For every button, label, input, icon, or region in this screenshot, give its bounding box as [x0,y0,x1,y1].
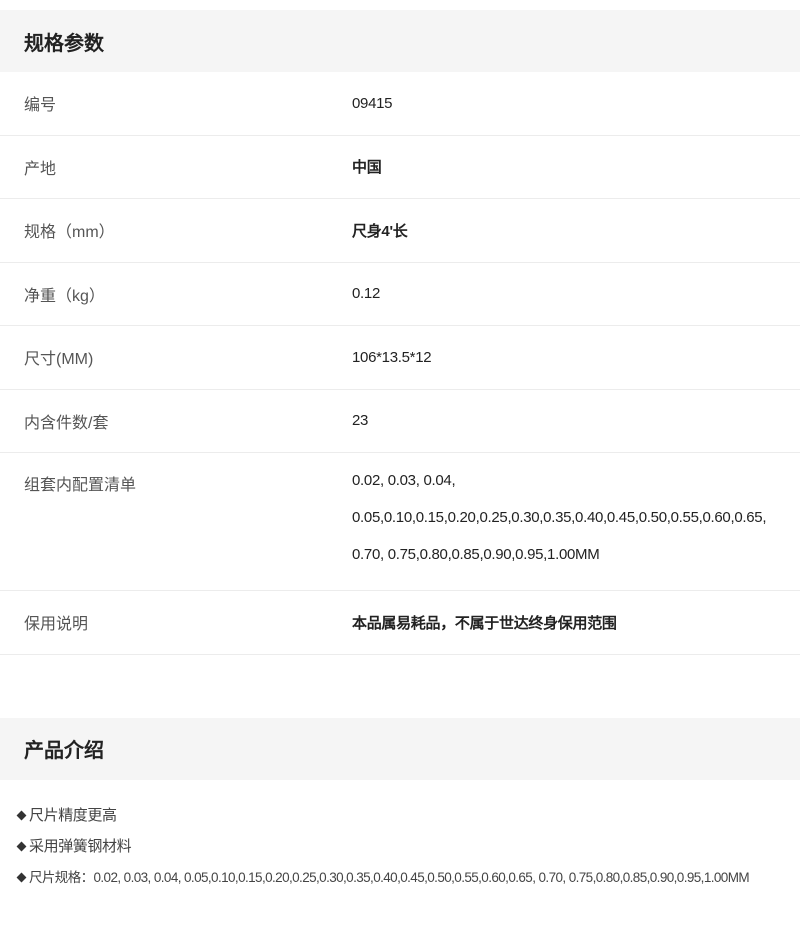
diamond-bullet-icon [16,872,27,882]
spec-row-dimensions: 尺寸(MM) 106*13.5*12 [0,326,800,390]
spec-row-origin: 产地 中国 [0,136,800,199]
spec-value: 23 [352,412,369,430]
spec-label: 内含件数/套 [24,414,109,432]
spec-value: 本品属易耗品，不属于世达终身保用范围 [352,614,617,632]
spec-label: 组套内配置清单 [24,477,137,494]
spec-row-contents-list: 组套内配置清单 0.02, 0.03, 0.04, 0.05,0.10,0.15… [0,453,800,591]
spec-label: 保用说明 [24,616,89,634]
intro-section-title: 产品介绍 [0,717,800,780]
spec-value: 09415 [352,94,393,112]
spec-label: 产地 [24,160,57,178]
spec-table: 编号 09415 产地 中国 规格（mm） 尺身4'长 净重（kg） 0.12 … [0,72,800,655]
intro-item: 尺片规格：0.02, 0.03, 0.04, 0.05,0.10,0.15,0.… [16,862,800,893]
spec-label: 净重（kg） [24,287,105,305]
intro-item-text: 尺片规格：0.02, 0.03, 0.04, 0.05,0.10,0.15,0.… [29,869,750,885]
spec-row-size-spec: 规格（mm） 尺身4'长 [0,199,800,263]
intro-item: 尺片精度更高 [16,800,800,831]
spec-value: 106*13.5*12 [352,348,432,366]
spec-section-title: 规格参数 [0,10,800,72]
spec-value-line: 0.02, 0.03, 0.04, [352,472,456,489]
spec-value-line: 0.70, 0.75,0.80,0.85,0.90,0.95,1.00MM [352,546,600,563]
intro-list: 尺片精度更高 采用弹簧钢材料 尺片规格：0.02, 0.03, 0.04, 0.… [0,780,800,893]
intro-item-text: 采用弹簧钢材料 [29,837,132,855]
intro-item: 采用弹簧钢材料 [16,831,800,862]
spec-row-net-weight: 净重（kg） 0.12 [0,263,800,326]
spec-row-piece-count: 内含件数/套 23 [0,390,800,453]
spec-row-warranty: 保用说明 本品属易耗品，不属于世达终身保用范围 [0,591,800,655]
spec-row-code: 编号 09415 [0,72,800,136]
spec-value-line: 0.05,0.10,0.15,0.20,0.25,0.30,0.35,0.40,… [352,509,767,526]
diamond-bullet-icon [16,841,27,851]
intro-item-text: 尺片精度更高 [29,806,117,824]
spec-value-list: 0.02, 0.03, 0.04, 0.05,0.10,0.15,0.20,0.… [352,471,800,573]
spec-label: 尺寸(MM) [24,351,94,369]
spec-label: 编号 [24,97,57,115]
spec-value: 0.12 [352,285,380,303]
spec-label: 规格（mm） [24,224,115,242]
spec-value: 尺身4'长 [352,222,408,240]
diamond-bullet-icon [16,810,27,820]
spec-value: 中国 [352,159,382,177]
